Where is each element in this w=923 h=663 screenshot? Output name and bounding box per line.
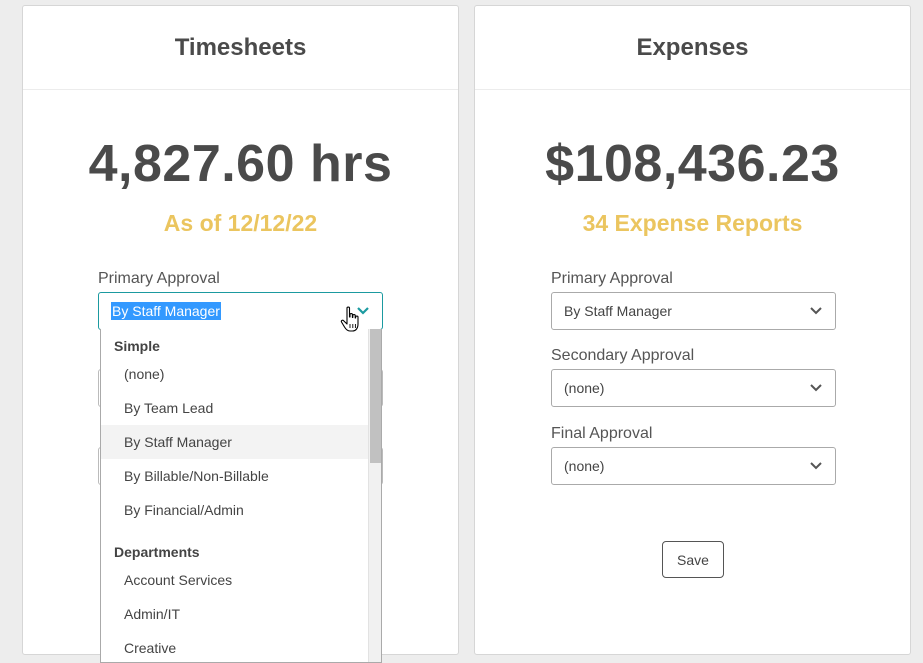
approval-dropdown-menu[interactable]: Simple (none) By Team Lead By Staff Manager… [100, 329, 382, 663]
chevron-down-icon [810, 307, 822, 315]
hand-pointer-icon [340, 306, 359, 332]
dropdown-option[interactable]: By Team Lead [101, 391, 368, 425]
ts-primary-approval-label: Primary Approval [98, 270, 220, 287]
dropdown-option[interactable]: Admin/IT [101, 597, 368, 631]
expenses-card: Expenses $108,436.23 34 Expense Reports … [474, 5, 911, 655]
dropdown-group-header: Departments [114, 544, 200, 560]
ex-primary-approval-value: By Staff Manager [564, 303, 672, 319]
timesheets-total: 4,827.60 hrs [88, 135, 393, 193]
scrollbar-thumb[interactable] [370, 329, 381, 463]
expense-reports-count: 34 Expense Reports [582, 210, 803, 236]
dropdown-option[interactable]: (none) [101, 357, 368, 391]
dropdown-group-header: Simple [114, 338, 160, 354]
dropdown-option[interactable]: By Financial/Admin [101, 493, 368, 527]
ex-final-approval-value: (none) [564, 458, 605, 474]
dropdown-option[interactable]: Account Services [101, 563, 368, 597]
dropdown-scrollbar[interactable] [368, 329, 381, 662]
chevron-down-icon [810, 462, 822, 470]
timesheets-header: Timesheets [23, 6, 458, 90]
save-button[interactable]: Save [662, 541, 724, 578]
chevron-down-icon [810, 384, 822, 392]
ex-secondary-approval-value: (none) [564, 380, 605, 396]
dropdown-list: Simple (none) By Team Lead By Staff Manager… [101, 329, 368, 662]
dropdown-option[interactable]: By Billable/Non-Billable [101, 459, 368, 493]
ex-primary-approval-label: Primary Approval [551, 270, 673, 287]
ts-primary-approval-value: By Staff Manager [111, 302, 221, 320]
ex-secondary-approval-select[interactable]: (none) [551, 369, 836, 407]
dropdown-option[interactable]: By Staff Manager [101, 425, 368, 459]
expenses-total: $108,436.23 [545, 135, 840, 193]
timesheets-as-of: As of 12/12/22 [163, 210, 318, 236]
ex-final-approval-select[interactable]: (none) [551, 447, 836, 485]
dropdown-group-spacer [101, 527, 368, 535]
dropdown-option[interactable]: Creative [101, 631, 368, 662]
ex-final-approval-label: Final Approval [551, 425, 653, 442]
ex-secondary-approval-label: Secondary Approval [551, 347, 695, 364]
expenses-header: Expenses [475, 6, 910, 90]
ex-primary-approval-select[interactable]: By Staff Manager [551, 292, 836, 330]
expenses-title: Expenses [636, 33, 749, 61]
timesheets-title: Timesheets [174, 33, 307, 61]
